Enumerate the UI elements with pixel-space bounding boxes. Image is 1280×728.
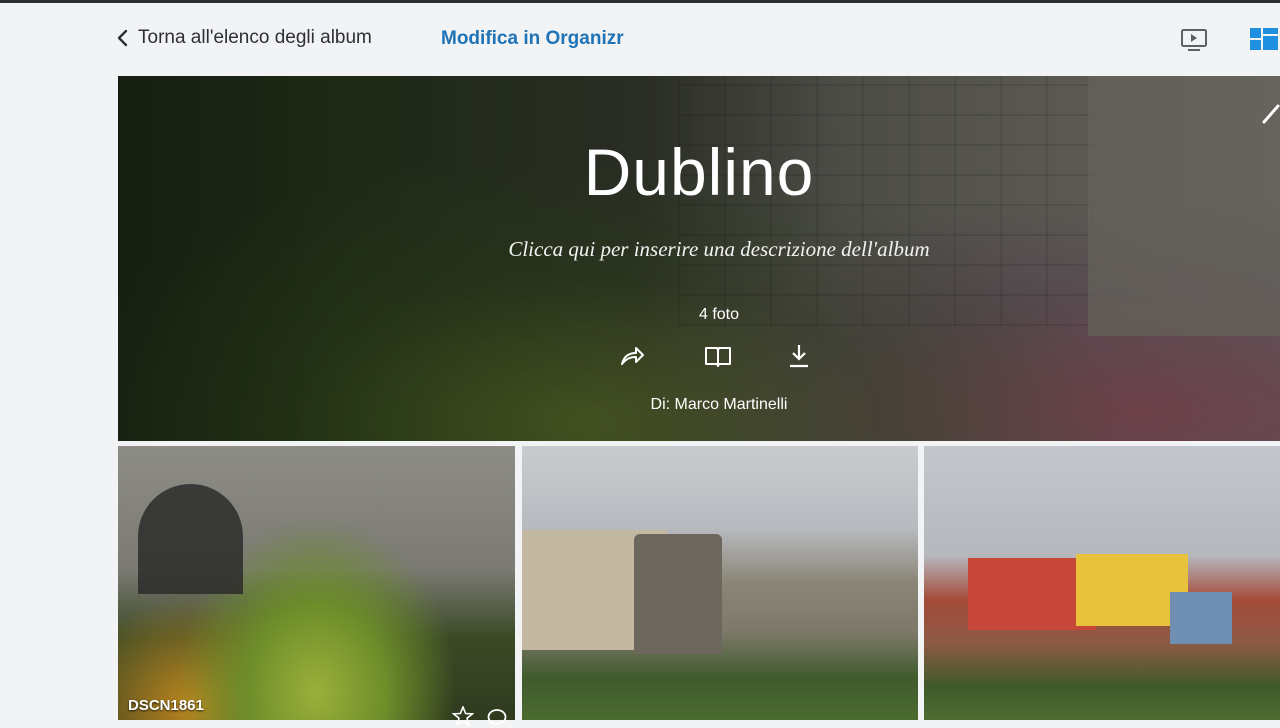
photo-castle-tower [634,534,722,654]
photo-thumbnail-colored-buildings[interactable] [924,446,1280,720]
album-title[interactable]: Dublino [118,134,1280,210]
album-actions [616,340,821,372]
grid-layout-icon[interactable] [1248,25,1280,53]
slideshow-icon[interactable] [1180,27,1208,53]
photo-blue-building [1170,592,1232,644]
star-icon[interactable] [452,706,474,726]
photo-arch [138,484,243,594]
photo-count: 4 foto [698,306,740,323]
download-icon[interactable] [783,340,815,372]
photo-name: DSCN1861 [128,697,204,714]
edit-pencil-icon[interactable] [1262,100,1280,128]
comment-icon[interactable] [486,708,508,728]
back-to-albums-link[interactable]: Torna all'elenco degli album [116,27,372,49]
photo-thumbnail-dscn1861[interactable] [118,446,515,720]
photo-thumbnail-castle[interactable] [522,446,918,720]
top-toolbar: Torna all'elenco degli album Modifica in… [0,3,1280,75]
album-description-placeholder[interactable]: Clicca qui per inserire una descrizione … [118,237,1280,262]
album-cover: Dublino Clicca qui per inserire una desc… [118,76,1280,441]
edit-in-organizr-link[interactable]: Modifica in Organizr [441,28,624,50]
back-label: Torna all'elenco degli album [138,27,372,48]
album-author: Di: Marco Martinelli [650,396,788,413]
share-icon[interactable] [616,340,648,372]
chevron-left-icon [117,29,128,47]
book-icon[interactable] [702,340,734,372]
